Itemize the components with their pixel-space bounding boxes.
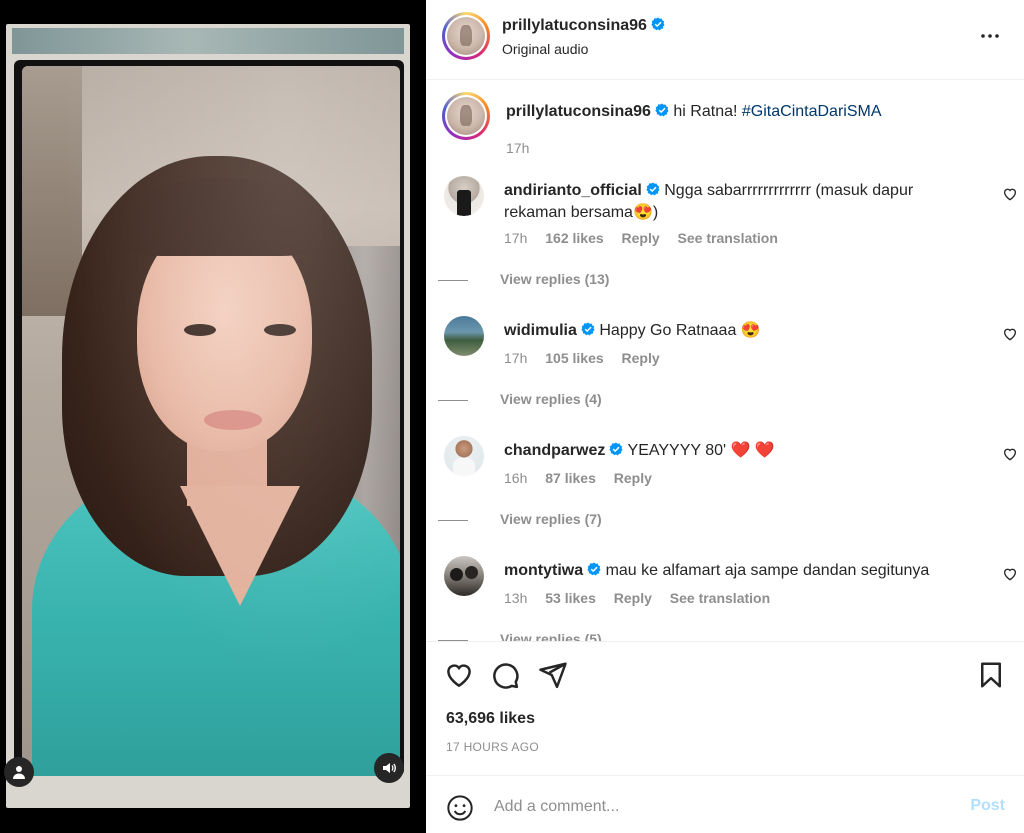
comment-likes[interactable]: 162 likes xyxy=(545,230,603,246)
photo-frame xyxy=(14,60,404,776)
comment-likes[interactable]: 105 likes xyxy=(545,350,603,366)
post-actions: 63,696 likes 17 HOURS AGO Post xyxy=(426,641,1024,833)
caption-username[interactable]: prillylatuconsina96 xyxy=(506,103,651,120)
reply-button[interactable]: Reply xyxy=(622,350,660,366)
heart-icon[interactable] xyxy=(1002,326,1018,342)
heart-icon[interactable] xyxy=(1002,446,1018,462)
comment-text: mau ke alfamart aja sampe dandan segitun… xyxy=(605,562,930,579)
reply-button[interactable]: Reply xyxy=(614,590,652,606)
comment-time[interactable]: 17h xyxy=(504,230,527,246)
comment-username[interactable]: andirianto_official xyxy=(504,182,642,199)
comment-username[interactable]: montytiwa xyxy=(504,562,583,579)
verified-badge-icon xyxy=(651,17,665,31)
avatar[interactable] xyxy=(444,316,484,356)
comment-icon[interactable] xyxy=(490,660,520,690)
comment-likes[interactable]: 53 likes xyxy=(545,590,596,606)
reply-button[interactable]: Reply xyxy=(614,470,652,486)
emoji-icon[interactable] xyxy=(446,794,474,822)
see-translation-button[interactable]: See translation xyxy=(670,590,770,606)
post-button[interactable]: Post xyxy=(970,797,1005,815)
avatar[interactable] xyxy=(444,556,484,596)
comment-input[interactable] xyxy=(494,794,934,820)
view-replies-button[interactable]: View replies (4) xyxy=(500,391,602,407)
sound-button[interactable] xyxy=(374,753,404,783)
comments-list[interactable]: prillylatuconsina96 hi Ratna! #GitaCinta… xyxy=(426,80,1024,641)
verified-badge-icon xyxy=(609,442,623,456)
film-strip-top xyxy=(12,28,404,54)
post-media[interactable] xyxy=(0,0,426,833)
verified-badge-icon xyxy=(581,322,595,336)
speaker-icon xyxy=(383,763,396,773)
post-header: prillylatuconsina96 Original audio xyxy=(426,0,1024,80)
comment-time[interactable]: 16h xyxy=(504,470,527,486)
avatar[interactable] xyxy=(444,176,484,216)
post-sidebar: prillylatuconsina96 Original audio prill… xyxy=(426,0,1024,833)
view-replies-button[interactable]: View replies (5) xyxy=(500,631,602,641)
verified-badge-icon xyxy=(655,103,669,117)
view-replies-button[interactable]: View replies (7) xyxy=(500,511,602,527)
see-translation-button[interactable]: See translation xyxy=(678,230,778,246)
caption-text: hi Ratna! xyxy=(673,103,738,120)
caption-time[interactable]: 17h xyxy=(506,140,529,156)
user-tag-button[interactable] xyxy=(4,757,34,787)
comment-time[interactable]: 17h xyxy=(504,350,527,366)
heart-icon[interactable] xyxy=(1002,566,1018,582)
comment-text: Happy Go Ratnaaa 😍 xyxy=(599,322,761,339)
add-comment-bar: Post xyxy=(426,775,1024,833)
verified-badge-icon xyxy=(587,562,601,576)
comment-username[interactable]: chandparwez xyxy=(504,442,605,459)
comment-likes[interactable]: 87 likes xyxy=(545,470,596,486)
bookmark-icon[interactable] xyxy=(976,660,1006,690)
heart-icon[interactable] xyxy=(444,660,474,690)
user-tag-icon xyxy=(13,766,25,779)
instagram-post-view: prillylatuconsina96 Original audio prill… xyxy=(0,0,1024,833)
verified-badge-icon xyxy=(646,182,660,196)
avatar[interactable] xyxy=(444,436,484,476)
post-photo xyxy=(22,66,400,776)
heart-icon[interactable] xyxy=(1002,186,1018,202)
view-replies-button[interactable]: View replies (13) xyxy=(500,271,609,287)
comment-time[interactable]: 13h xyxy=(504,590,527,606)
like-count[interactable]: 63,696 likes xyxy=(446,710,535,728)
more-options-icon[interactable] xyxy=(978,24,1002,48)
author-username[interactable]: prillylatuconsina96 xyxy=(502,17,647,34)
avatar[interactable] xyxy=(442,12,490,60)
share-icon[interactable] xyxy=(538,660,568,690)
post-time[interactable]: 17 HOURS AGO xyxy=(446,740,539,754)
comment-username[interactable]: widimulia xyxy=(504,322,577,339)
avatar[interactable] xyxy=(442,92,490,140)
audio-label[interactable]: Original audio xyxy=(502,41,588,57)
comment-text: YEAYYYY 80' ❤️ ❤️ xyxy=(627,442,775,459)
reply-button[interactable]: Reply xyxy=(622,230,660,246)
caption-hashtag[interactable]: #GitaCintaDariSMA xyxy=(742,103,882,120)
